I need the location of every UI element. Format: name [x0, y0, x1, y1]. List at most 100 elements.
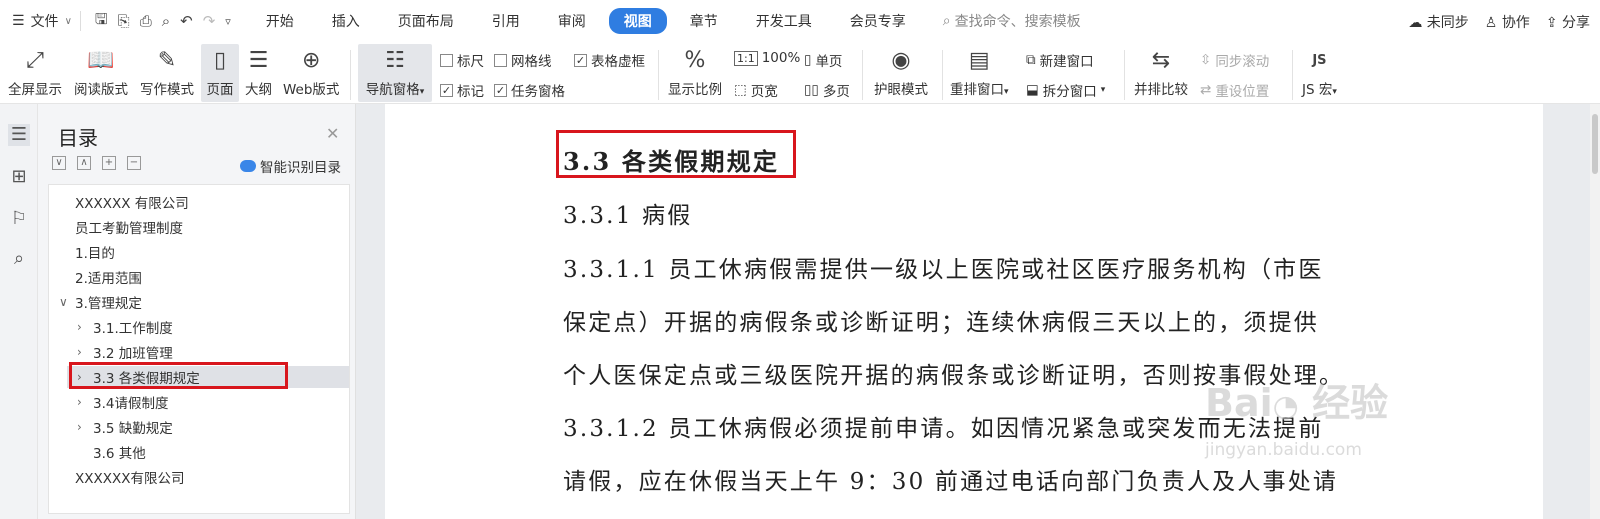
page-view-button[interactable]: ▯ 页面	[201, 44, 239, 102]
gridlines-checkbox[interactable]: 网格线	[494, 50, 552, 70]
collab-button[interactable]: ♙ 协作	[1485, 12, 1530, 32]
minus-icon[interactable]: −	[127, 156, 141, 170]
split-window-button[interactable]: ⬓ 拆分窗口 ▾	[1026, 80, 1105, 100]
toc-panel: 目录 ✕ ∨ ∧ + − 智能识别目录 XXXXXX 有限公司 员工考勤管理制度…	[38, 104, 356, 519]
checkmark-icon: ✓	[440, 83, 453, 97]
multi-page-button[interactable]: ▯▯ 多页	[804, 80, 850, 100]
mark-checkbox[interactable]: ✓ 标记	[440, 80, 484, 100]
nav-pane-button[interactable]: ☷ 导航窗格▾	[358, 44, 432, 102]
list-item[interactable]: 员工考勤管理制度	[75, 216, 183, 238]
chevron-right-icon[interactable]: ›	[77, 395, 93, 409]
collapse-all-icon[interactable]: ∨	[52, 156, 66, 170]
tab-member[interactable]: 会员专享	[835, 8, 921, 34]
arrange-icon: ▤	[968, 48, 990, 73]
checkmark-icon: ✓	[494, 83, 507, 97]
tab-review[interactable]: 审阅	[543, 8, 601, 34]
chevron-right-icon[interactable]: ›	[77, 320, 93, 334]
scrollbar[interactable]	[1590, 104, 1600, 519]
arrange-windows-button[interactable]: ▤ 重排窗口▾	[950, 46, 1009, 98]
single-page-button[interactable]: ▯ 单页	[804, 50, 842, 70]
redo-icon[interactable]: ↷	[203, 12, 216, 30]
ruler-label: 标尺	[457, 54, 484, 70]
task-pane-label: 任务窗格	[511, 84, 565, 100]
page-width-button[interactable]: ⬚ 页宽	[734, 80, 778, 100]
chevron-down-icon[interactable]: ∨	[59, 295, 75, 309]
tab-page-layout[interactable]: 页面布局	[383, 8, 469, 34]
paragraph-line[interactable]: 请假，应在休假当天上午 9：30 前通过电话向部门负责人及人事处请	[563, 462, 1338, 496]
save-icon[interactable]: 🖫	[95, 9, 108, 34]
reset-position-button[interactable]: ⇄ 重设位置	[1200, 80, 1269, 100]
list-item[interactable]: 2.适用范围	[75, 266, 142, 288]
new-window-label: 新建窗口	[1039, 54, 1094, 70]
outline-icon: ☰	[248, 48, 269, 73]
search-icon[interactable]: ⌕	[8, 248, 30, 270]
list-item[interactable]: › 3.1.工作制度	[77, 316, 173, 338]
js-macro-button[interactable]: JS JS 宏▾	[1302, 46, 1337, 98]
side-by-side-button[interactable]: ⇆ 并排比较	[1134, 46, 1188, 98]
zoom-100-button[interactable]: 1:1 100%	[734, 50, 800, 66]
smart-toc-button[interactable]: 智能识别目录	[240, 156, 341, 176]
list-item[interactable]: XXXXXX 有限公司	[75, 191, 189, 213]
tab-developer[interactable]: 开发工具	[741, 8, 827, 34]
table-border-checkbox[interactable]: ✓ 表格虚框	[574, 50, 645, 70]
writing-mode-button[interactable]: ✎ 写作模式	[140, 46, 194, 98]
eye-icon: ◉	[891, 48, 911, 73]
file-menu[interactable]: ☰ 文件 ∨	[0, 11, 72, 31]
paragraph-line[interactable]: 保定点）开据的病假条或诊断证明；连续休病假三天以上的，须提供	[563, 303, 1319, 337]
command-search[interactable]: ⌕ 查找命令、搜索模板	[943, 11, 1081, 31]
toc-panel-icon[interactable]: ☰	[8, 124, 30, 146]
new-window-button[interactable]: ⧉ 新建窗口	[1026, 50, 1094, 70]
page-width-icon: ⬚	[734, 82, 747, 98]
js-file-icon: JS	[1312, 53, 1327, 68]
list-item[interactable]: › 3.5 缺勤规定	[77, 416, 173, 438]
list-item[interactable]: 1.目的	[75, 241, 115, 263]
print-preview-icon[interactable]: ⌕	[162, 12, 170, 30]
chevron-right-icon[interactable]: ›	[77, 345, 93, 359]
page-icon: ▯	[213, 48, 227, 73]
paragraph-line[interactable]: 3.3.1.1 员工休病假需提供一级以上医院或社区医疗服务机构（市医	[563, 250, 1324, 284]
checkbox-unchecked-icon	[494, 53, 507, 67]
export-pdf-icon[interactable]: ⎘	[118, 12, 130, 30]
zoom-button[interactable]: % 显示比例	[668, 46, 722, 98]
print-icon[interactable]: ⎙	[140, 12, 152, 30]
list-item[interactable]: › 3.2 加班管理	[77, 341, 173, 363]
divider	[350, 50, 351, 100]
table-border-label: 表格虚框	[591, 54, 645, 70]
js-macro-label: JS 宏▾	[1302, 82, 1337, 98]
sync-button[interactable]: ☁ 未同步	[1408, 12, 1468, 32]
list-item[interactable]: 3.6 其他	[93, 441, 146, 463]
chapter-nav-icon[interactable]: ⊞	[8, 166, 30, 188]
sync-scroll-button[interactable]: ⇳ 同步滚动	[1200, 50, 1269, 70]
zoom-percent-icon: %	[684, 48, 706, 73]
outline-button[interactable]: ☰ 大纲	[245, 46, 272, 98]
tab-insert[interactable]: 插入	[317, 8, 375, 34]
collab-label: 协作	[1501, 15, 1530, 31]
tab-chapter[interactable]: 章节	[675, 8, 733, 34]
page-label: 页面	[206, 82, 234, 98]
subsection-heading[interactable]: 3.3.1 病假	[563, 196, 692, 230]
sync-label: 未同步	[1426, 15, 1469, 31]
eye-mode-button[interactable]: ◉ 护眼模式	[874, 46, 928, 98]
chevron-right-icon[interactable]: ›	[77, 420, 93, 434]
one-to-one-icon: 1:1	[734, 50, 758, 66]
task-pane-checkbox[interactable]: ✓ 任务窗格	[494, 80, 565, 100]
tab-start[interactable]: 开始	[251, 8, 309, 34]
reading-layout-button[interactable]: 📖 阅读版式	[74, 46, 128, 98]
tab-view[interactable]: 视图	[608, 8, 667, 34]
expand-all-icon[interactable]: ∧	[77, 156, 91, 170]
fullscreen-button[interactable]: ⤢ 全屏显示	[8, 46, 62, 98]
outline-label: 大纲	[245, 82, 272, 98]
list-item[interactable]: XXXXXX有限公司	[75, 466, 185, 488]
web-layout-button[interactable]: ⊕ Web版式	[283, 46, 339, 98]
customize-icon[interactable]: ▿	[225, 15, 231, 28]
share-button[interactable]: ⇪ 分享	[1546, 12, 1590, 32]
list-item[interactable]: ∨ 3.管理规定	[59, 291, 142, 313]
plus-icon[interactable]: +	[102, 156, 116, 170]
ruler-checkbox[interactable]: 标尺	[440, 50, 484, 70]
undo-icon[interactable]: ↶	[180, 12, 193, 30]
bookmark-icon[interactable]: ⚐	[8, 208, 30, 230]
tab-references[interactable]: 引用	[477, 8, 535, 34]
scrollbar-thumb[interactable]	[1592, 114, 1598, 174]
close-icon[interactable]: ✕	[326, 124, 339, 143]
list-item[interactable]: › 3.4请假制度	[77, 391, 168, 413]
